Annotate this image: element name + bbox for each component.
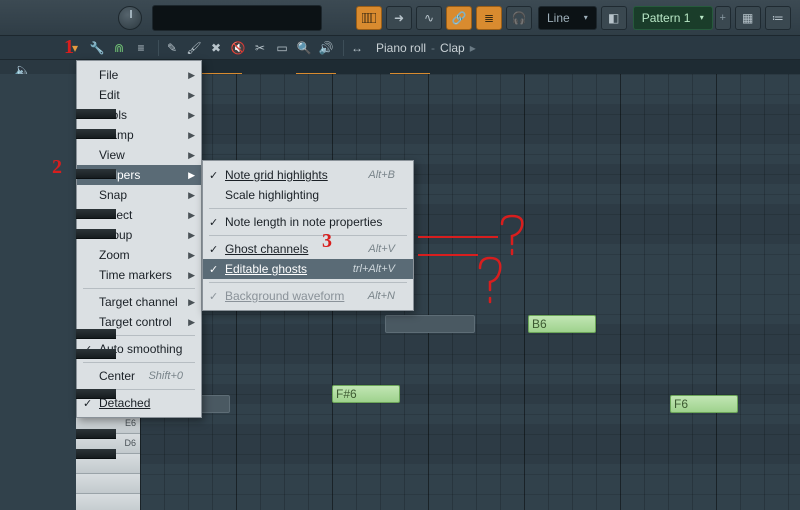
tempo-knob[interactable]	[118, 6, 142, 30]
note[interactable]: F#6	[332, 385, 400, 403]
list-icon[interactable]: ≡	[132, 39, 150, 57]
pattern-add-button[interactable]: +	[715, 6, 731, 30]
scroll-icon[interactable]: ↔	[348, 39, 366, 57]
wrench-icon[interactable]: 🔧	[88, 39, 106, 57]
slice-icon[interactable]: ✂	[251, 39, 269, 57]
snap-select[interactable]: Line▾	[538, 6, 597, 30]
menu-item-scale-highlighting[interactable]: Scale highlighting	[203, 185, 413, 205]
stack-icon[interactable]: ≣	[476, 6, 502, 30]
menu-item-note-length-properties[interactable]: ✓Note length in note properties	[203, 212, 413, 232]
mute-icon[interactable]: 🔇	[229, 39, 247, 57]
play-icon[interactable]: 🔊	[317, 39, 335, 57]
typing-keyboard-icon[interactable]	[356, 6, 382, 30]
pattern-select[interactable]: Pattern 1▾	[633, 6, 713, 30]
menu-item-view[interactable]: View▶	[77, 145, 201, 165]
annotation-line	[418, 236, 498, 238]
playlist-icon[interactable]: ▦	[735, 6, 761, 30]
wave-icon[interactable]: ∿	[416, 6, 442, 30]
menu-item-center[interactable]: CenterShift+0	[77, 366, 201, 386]
note[interactable]: F6	[670, 395, 738, 413]
brush-icon[interactable]: 🖌	[185, 39, 203, 57]
menu-item-background-waveform[interactable]: ✓Background waveformAlt+N	[203, 286, 413, 306]
toggle-icon[interactable]: ◧	[601, 6, 627, 30]
menu-item-time-markers[interactable]: Time markers▶	[77, 265, 201, 285]
menu-item-edit[interactable]: Edit▶	[77, 85, 201, 105]
menu-item-file[interactable]: File▶	[77, 65, 201, 85]
menu-item-editable-ghosts[interactable]: ✓Editable ghoststrl+Alt+V	[203, 259, 413, 279]
menu-item-snap[interactable]: Snap▶	[77, 185, 201, 205]
annotation-line	[418, 254, 478, 256]
breadcrumb-a: Piano roll	[376, 41, 426, 55]
app-top-toolbar: ➜ ∿ 🔗 ≣ 🎧 Line▾ ◧ Pattern 1▾ + ▦ ≔	[0, 0, 800, 36]
step-icon[interactable]: ➜	[386, 6, 412, 30]
transport-display[interactable]	[152, 5, 322, 31]
menu-item-note-grid-highlights[interactable]: ✓Note grid highlightsAlt+B	[203, 165, 413, 185]
chevron-right-icon: ▸	[470, 41, 476, 55]
link-icon[interactable]: 🔗	[446, 6, 472, 30]
helpers-submenu: ✓Note grid highlightsAlt+B Scale highlig…	[202, 160, 414, 311]
chevron-right-icon: -	[431, 41, 435, 55]
menu-item-ghost-channels[interactable]: ✓Ghost channelsAlt+V	[203, 239, 413, 259]
magnet-icon[interactable]: ⋒	[110, 39, 128, 57]
select-rect-icon[interactable]: ▭	[273, 39, 291, 57]
zoom-icon[interactable]: 🔍	[295, 39, 313, 57]
breadcrumb-b: Clap	[440, 41, 465, 55]
note[interactable]: B6	[528, 315, 596, 333]
menu-item-zoom[interactable]: Zoom▶	[77, 245, 201, 265]
timeline-ruler[interactable]	[140, 60, 800, 74]
pencil-icon[interactable]: ✎	[163, 39, 181, 57]
channels-icon[interactable]: ≔	[765, 6, 791, 30]
breadcrumb[interactable]: Piano roll - Clap ▸	[376, 41, 481, 55]
menu-item-target-channel[interactable]: Target channel▶	[77, 292, 201, 312]
eraser-icon[interactable]: ✖	[207, 39, 225, 57]
ghost-note[interactable]	[385, 315, 475, 333]
menu-dropdown-icon[interactable]: ▾	[66, 39, 84, 57]
pianoroll-toolbar: ▾ 🔧 ⋒ ≡ ✎ 🖌 ✖ 🔇 ✂ ▭ 🔍 🔊 ↔ Piano roll - C…	[0, 36, 800, 60]
headphones-icon[interactable]: 🎧	[506, 6, 532, 30]
